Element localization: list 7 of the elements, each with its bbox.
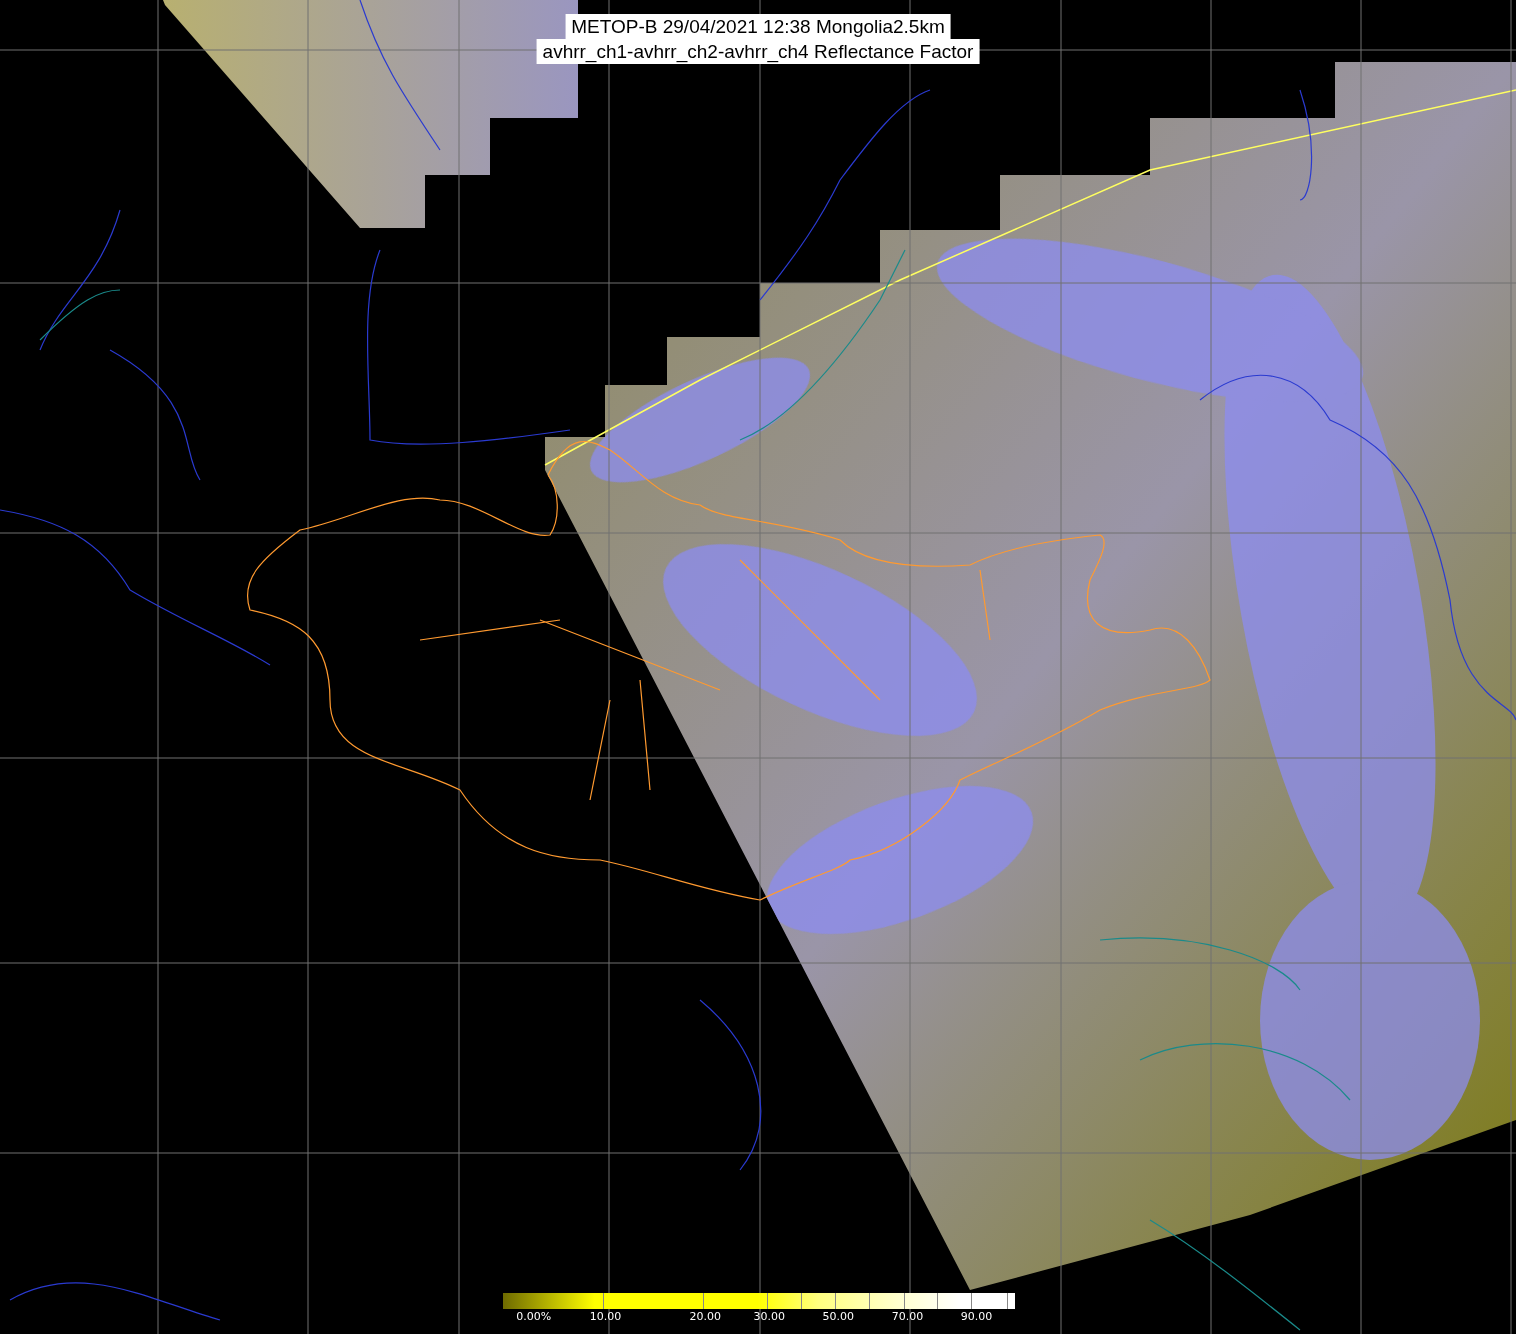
scale-label: 20.00 [689, 1310, 721, 1323]
scale-label: 10.00 [589, 1310, 622, 1323]
scale-label: 50.00 [822, 1310, 855, 1323]
scale-label: 30.00 [753, 1310, 785, 1323]
scale-label: 70.00 [891, 1310, 924, 1323]
scale-label: 90.00 [960, 1310, 993, 1323]
scale-label: 0.00% [516, 1310, 552, 1323]
